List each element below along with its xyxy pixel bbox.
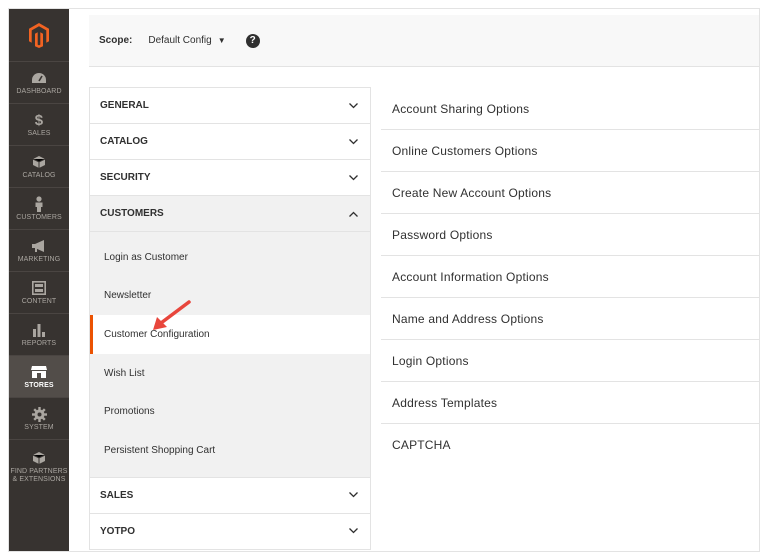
store-icon xyxy=(31,364,47,380)
dollar-icon: $ xyxy=(34,111,44,129)
partners-box-icon xyxy=(32,450,46,466)
submenu-wish-list[interactable]: Wish List xyxy=(90,354,370,393)
tab-security[interactable]: SECURITY xyxy=(90,160,370,196)
nav-dashboard[interactable]: DASHBOARD xyxy=(9,61,69,103)
nav-marketing[interactable]: MARKETING xyxy=(9,229,69,271)
chevron-down-icon xyxy=(349,173,358,182)
nav-label: SALES xyxy=(27,130,51,137)
tab-sales[interactable]: SALES xyxy=(90,477,370,514)
customers-submenu: Login as Customer Newsletter Customer Co… xyxy=(90,232,370,478)
tab-label: YOTPO xyxy=(100,525,136,537)
scope-value: Default Config xyxy=(148,35,212,46)
admin-window: DASHBOARD $ SALES CATALOG CUSTOMERS MARK… xyxy=(8,8,760,552)
nav-stores[interactable]: STORES xyxy=(9,355,69,397)
scope-switcher[interactable]: Default Config ▼ xyxy=(148,35,225,46)
magento-logo-icon xyxy=(29,23,49,48)
content-icon xyxy=(32,280,46,296)
box-icon xyxy=(32,154,46,170)
config-tabs: GENERAL CATALOG SECURITY CUSTOMERS Login… xyxy=(89,87,371,550)
section-account-sharing-options[interactable]: Account Sharing Options xyxy=(381,88,759,130)
magento-logo[interactable] xyxy=(9,9,69,61)
admin-sidebar: DASHBOARD $ SALES CATALOG CUSTOMERS MARK… xyxy=(9,9,69,551)
chevron-down-icon xyxy=(349,137,358,146)
caret-down-icon: ▼ xyxy=(217,36,226,45)
chevron-down-icon xyxy=(349,527,358,536)
nav-label: STORES xyxy=(24,382,54,389)
nav-content[interactable]: CONTENT xyxy=(9,271,69,313)
dashboard-icon xyxy=(31,70,47,86)
section-account-information-options[interactable]: Account Information Options xyxy=(381,256,759,298)
submenu-customer-configuration[interactable]: Customer Configuration xyxy=(90,315,370,354)
nav-label: CONTENT xyxy=(21,298,57,305)
person-icon xyxy=(34,196,44,212)
tab-label: SALES xyxy=(100,489,134,501)
nav-find-partners[interactable]: FIND PARTNERS & EXTENSIONS xyxy=(9,439,69,493)
chevron-down-icon xyxy=(349,101,358,110)
section-captcha[interactable]: CAPTCHA xyxy=(381,424,759,466)
scope-bar: Scope: Default Config ▼ ? xyxy=(89,15,759,67)
section-address-templates[interactable]: Address Templates xyxy=(381,382,759,424)
submenu-login-as-customer[interactable]: Login as Customer xyxy=(90,238,370,277)
submenu-persistent-shopping-cart[interactable]: Persistent Shopping Cart xyxy=(90,431,370,470)
red-arrow-annotation xyxy=(153,300,191,330)
submenu-promotions[interactable]: Promotions xyxy=(90,392,370,431)
section-name-and-address-options[interactable]: Name and Address Options xyxy=(381,298,759,340)
nav-label: SYSTEM xyxy=(24,424,54,431)
tab-label: CATALOG xyxy=(100,136,148,147)
scope-label: Scope: xyxy=(99,35,133,46)
help-icon[interactable]: ? xyxy=(245,33,260,48)
config-sections: Account Sharing Options Online Customers… xyxy=(381,88,759,466)
nav-label: CATALOG xyxy=(22,172,56,179)
tab-general[interactable]: GENERAL xyxy=(90,88,370,124)
chevron-up-icon xyxy=(349,209,358,218)
tab-catalog[interactable]: CATALOG xyxy=(90,124,370,160)
nav-customers[interactable]: CUSTOMERS xyxy=(9,187,69,229)
nav-label: FIND PARTNERS & EXTENSIONS xyxy=(10,467,68,483)
nav-label: REPORTS xyxy=(21,340,57,347)
chevron-down-icon xyxy=(349,491,358,500)
submenu-newsletter[interactable]: Newsletter xyxy=(90,277,370,316)
tab-label: CUSTOMERS xyxy=(100,208,164,219)
nav-catalog[interactable]: CATALOG xyxy=(9,145,69,187)
nav-reports[interactable]: REPORTS xyxy=(9,313,69,355)
tab-customers[interactable]: CUSTOMERS xyxy=(90,196,370,232)
tab-label: SECURITY xyxy=(100,172,151,183)
section-online-customers-options[interactable]: Online Customers Options xyxy=(381,130,759,172)
nav-label: MARKETING xyxy=(17,256,61,263)
section-password-options[interactable]: Password Options xyxy=(381,214,759,256)
bar-chart-icon xyxy=(32,322,46,338)
nav-sales[interactable]: $ SALES xyxy=(9,103,69,145)
nav-system[interactable]: SYSTEM xyxy=(9,397,69,439)
nav-label: CUSTOMERS xyxy=(16,214,62,221)
tab-yotpo[interactable]: YOTPO xyxy=(90,513,370,550)
megaphone-icon xyxy=(31,238,47,254)
tab-label: GENERAL xyxy=(100,100,149,111)
gear-icon xyxy=(31,406,47,422)
section-create-new-account-options[interactable]: Create New Account Options xyxy=(381,172,759,214)
nav-label: DASHBOARD xyxy=(16,88,62,95)
section-login-options[interactable]: Login Options xyxy=(381,340,759,382)
